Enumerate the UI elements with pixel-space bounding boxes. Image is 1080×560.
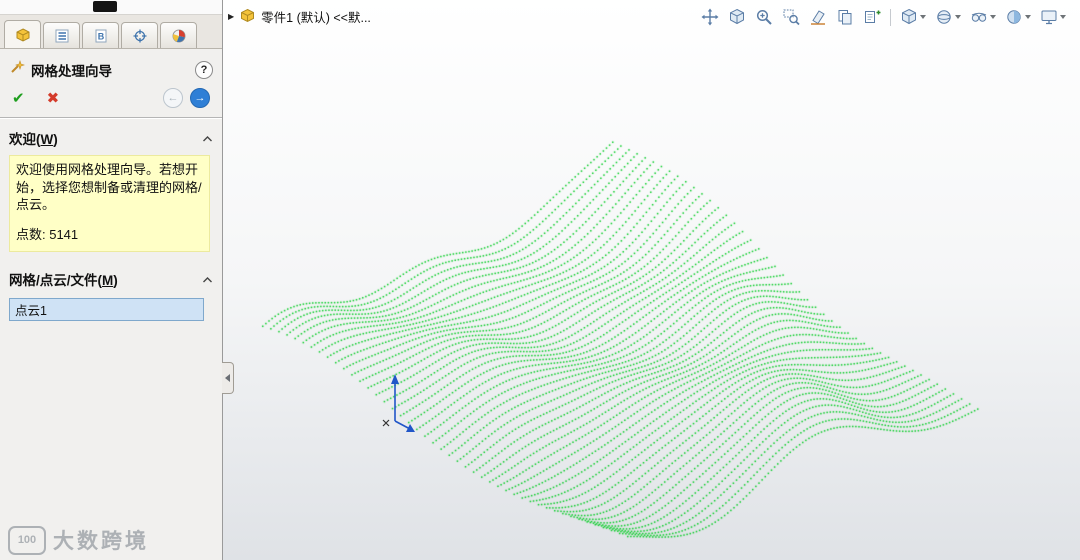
- dropdown-caret-icon[interactable]: [990, 15, 996, 19]
- point-cloud-canvas[interactable]: [223, 0, 1080, 560]
- ok-button[interactable]: ✔: [12, 89, 25, 107]
- tab-dimxpertmanager[interactable]: [121, 22, 158, 48]
- watermark-text: 大数跨境: [53, 530, 149, 553]
- mesh-section-header[interactable]: 网格/点云/文件(M): [0, 260, 222, 293]
- back-button[interactable]: ←: [163, 88, 183, 108]
- mesh-section-label: 网格/点云/文件(M): [9, 273, 118, 289]
- property-manager-panel: B 网格处理向导 ? ✔ ✖ ← → 欢迎(W) 欢迎使用网格处理向导。若想开始…: [0, 0, 223, 560]
- previous-view-icon[interactable]: [836, 8, 854, 26]
- breadcrumb[interactable]: ▶ 零件1 (默认) <<默...: [228, 7, 371, 26]
- viewport[interactable]: ▶ 零件1 (默认) <<默...: [223, 0, 1080, 560]
- expand-tree-icon[interactable]: ▶: [228, 12, 234, 21]
- welcome-section-header[interactable]: 欢迎(W): [0, 119, 222, 152]
- view-settings-icon[interactable]: [1040, 8, 1066, 26]
- selected-point-cloud[interactable]: 点云1: [15, 300, 47, 319]
- collapsed-menu-stub: [93, 1, 117, 12]
- dropdown-caret-icon[interactable]: [920, 15, 926, 19]
- origin-triad: [382, 374, 415, 432]
- collapse-chevron-icon[interactable]: [202, 272, 213, 287]
- dropdown-caret-icon[interactable]: [1025, 15, 1031, 19]
- hide-show-items-icon[interactable]: [970, 8, 996, 26]
- section-view-icon[interactable]: [809, 8, 827, 26]
- tab-displaymanager[interactable]: [160, 22, 197, 48]
- wizard-actions: ✔ ✖ ← →: [0, 86, 222, 117]
- dropdown-caret-icon[interactable]: [1060, 15, 1066, 19]
- welcome-message: 欢迎使用网格处理向导。若想开始，选择您想制备或清理的网格/点云。: [16, 162, 202, 213]
- wizard-icon: [9, 59, 25, 80]
- toolbar-separator: [890, 8, 891, 26]
- welcome-message-box: 欢迎使用网格处理向导。若想开始，选择您想制备或清理的网格/点云。 点数: 514…: [9, 155, 210, 253]
- edit-appearance-icon[interactable]: [1005, 8, 1031, 26]
- view-orientation-icon[interactable]: [900, 8, 926, 26]
- dropdown-caret-icon[interactable]: [955, 15, 961, 19]
- breadcrumb-label[interactable]: 零件1 (默认) <<默...: [261, 7, 371, 26]
- point-count: 点数: 5141: [16, 226, 79, 242]
- welcome-section-label: 欢迎(W): [9, 132, 58, 147]
- collapse-panel-icon: [225, 374, 230, 382]
- panel-tabs: B: [0, 15, 222, 49]
- tab-propertymanager[interactable]: [4, 20, 41, 48]
- mesh-selection-box[interactable]: 点云1: [9, 298, 204, 322]
- window-top-strip: [0, 0, 222, 15]
- view-palette-icon[interactable]: [863, 8, 881, 26]
- help-icon[interactable]: ?: [195, 60, 213, 79]
- watermark-badge: 100: [8, 525, 46, 555]
- panel-title: 网格处理向导: [31, 63, 112, 79]
- svg-text:B: B: [97, 31, 104, 41]
- view-cube-icon[interactable]: [728, 8, 746, 26]
- panel-splitter-handle[interactable]: [222, 362, 234, 394]
- pan-3d-icon[interactable]: [701, 8, 719, 26]
- part-icon: [240, 8, 255, 26]
- next-button[interactable]: →: [190, 88, 210, 108]
- zoom-to-fit-icon[interactable]: [755, 8, 773, 26]
- zoom-to-area-icon[interactable]: [782, 8, 800, 26]
- cancel-button[interactable]: ✖: [47, 89, 60, 107]
- display-style-icon[interactable]: [935, 8, 961, 26]
- watermark: 100 大数跨境: [8, 525, 149, 555]
- wizard-header: 网格处理向导 ?: [0, 49, 222, 86]
- tab-featuremanager[interactable]: [43, 22, 80, 48]
- collapse-chevron-icon[interactable]: [202, 131, 213, 146]
- heads-up-toolbar: [701, 8, 1066, 26]
- tab-configurationmanager[interactable]: B: [82, 22, 119, 48]
